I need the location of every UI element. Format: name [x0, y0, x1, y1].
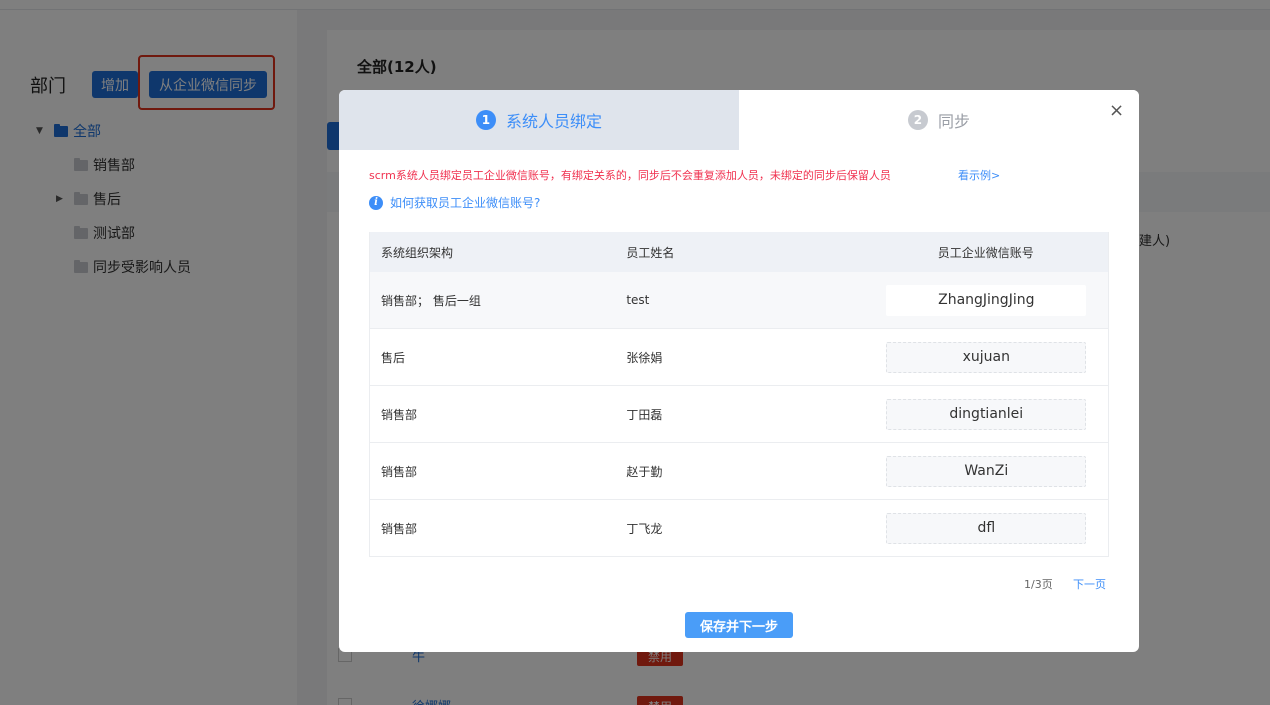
step-indicator: 1 系统人员绑定 2 同步: [339, 90, 1139, 150]
step-number: 2: [907, 110, 928, 130]
name-cell: 丁田磊: [626, 407, 663, 422]
page-indicator: 1/3页: [1024, 578, 1053, 591]
sync-dialog: 1 系统人员绑定 2 同步 × scrm系统人员绑定员工企业微信账号，有绑定关系…: [339, 90, 1139, 652]
binding-notice: scrm系统人员绑定员工企业微信账号，有绑定关系的，同步后不会重复添加人员，未绑…: [369, 169, 891, 182]
view-example-link[interactable]: 看示例>: [958, 167, 1000, 183]
wecom-account-input[interactable]: xujuan: [886, 341, 1087, 373]
step-label: 同步: [937, 112, 970, 131]
wecom-account-input[interactable]: dfl: [886, 512, 1087, 544]
save-and-next-button[interactable]: 保存并下一步: [685, 612, 793, 638]
name-cell: 丁飞龙: [626, 521, 663, 536]
name-cell: 张徐娟: [626, 350, 663, 365]
table-row: 销售部 丁飞龙 dfl: [370, 500, 1108, 557]
table-header-row: 系统组织架构 员工姓名 员工企业微信账号: [370, 232, 1108, 272]
next-page-link[interactable]: 下一页: [1073, 576, 1106, 592]
close-icon[interactable]: ×: [1109, 102, 1124, 120]
column-header-name: 员工姓名: [626, 245, 675, 260]
org-cell: 销售部: [381, 407, 418, 422]
table-row: 销售部 赵于勤 WanZi: [370, 443, 1108, 500]
org-cell: 销售部: [381, 464, 418, 479]
info-icon: i: [369, 195, 383, 210]
org-cell: 售后: [381, 350, 406, 365]
how-to-get-account-label: 如何获取员工企业微信账号?: [390, 196, 541, 210]
column-header-org: 系统组织架构: [381, 245, 454, 260]
wecom-account-input[interactable]: dingtianlei: [886, 398, 1087, 430]
wecom-account-input[interactable]: ZhangJingJing: [886, 284, 1087, 316]
table-row: 销售部； 售后一组 test ZhangJingJing: [370, 272, 1108, 329]
column-header-account: 员工企业微信账号: [937, 245, 1034, 260]
table-row: 售后 张徐娟 xujuan: [370, 329, 1108, 386]
step-label: 系统人员绑定: [505, 112, 602, 131]
how-to-get-account-link[interactable]: i 如何获取员工企业微信账号?: [369, 194, 540, 211]
step-sync: 2 同步: [739, 90, 1139, 150]
wecom-account-input[interactable]: WanZi: [886, 455, 1087, 487]
name-cell: 赵于勤: [626, 464, 663, 479]
table-row: 销售部 丁田磊 dingtianlei: [370, 386, 1108, 443]
binding-table: 系统组织架构 员工姓名 员工企业微信账号 销售部； 售后一组 test Zhan…: [369, 232, 1109, 557]
org-cell: 销售部； 售后一组: [381, 293, 481, 308]
name-cell: test: [626, 293, 650, 307]
step-number: 1: [475, 110, 496, 130]
step-bind-staff: 1 系统人员绑定: [339, 90, 739, 150]
org-cell: 销售部: [381, 521, 418, 536]
